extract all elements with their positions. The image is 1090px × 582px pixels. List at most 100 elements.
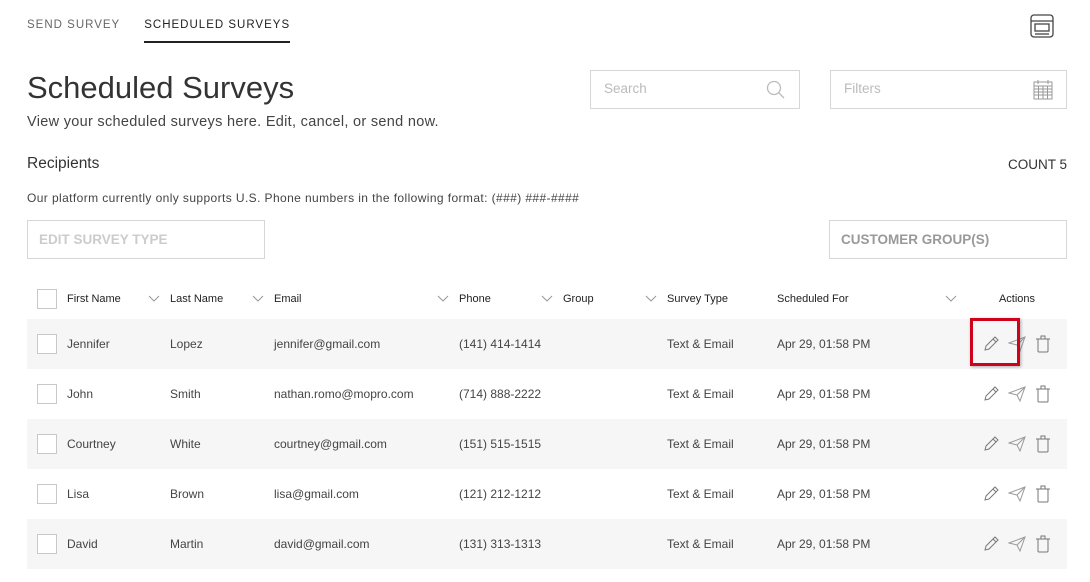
page-title: Scheduled Surveys xyxy=(27,70,295,105)
chevron-down-icon[interactable] xyxy=(945,295,957,303)
cell-survey-type: Text & Email xyxy=(667,387,734,401)
search-icon[interactable] xyxy=(765,80,785,100)
cell-first-name: David xyxy=(67,537,98,551)
send-icon[interactable] xyxy=(1008,535,1026,553)
trash-icon[interactable] xyxy=(1034,335,1052,353)
chevron-down-icon[interactable] xyxy=(437,295,449,303)
send-icon[interactable] xyxy=(1008,335,1026,353)
cell-survey-type: Text & Email xyxy=(667,537,734,551)
cell-phone: (141) 414-1414 xyxy=(459,337,542,351)
edit-survey-type-field[interactable]: EDIT SURVEY TYPE xyxy=(27,220,265,259)
table-row: Courtney White courtney@gmail.com (151) … xyxy=(27,419,1067,469)
cell-scheduled-for: Apr 29, 01:58 PM xyxy=(777,387,871,401)
edit-pencil-icon[interactable] xyxy=(982,485,1000,503)
tab-bar: SEND SURVEY SCHEDULED SURVEYS xyxy=(27,0,291,44)
chevron-down-icon[interactable] xyxy=(252,295,264,303)
trash-icon[interactable] xyxy=(1034,435,1052,453)
header-first-name[interactable]: First Name xyxy=(67,293,121,305)
row-actions xyxy=(967,535,1067,553)
edit-pencil-icon[interactable] xyxy=(982,535,1000,553)
send-icon[interactable] xyxy=(1008,385,1026,403)
tab-scheduled-surveys[interactable]: SCHEDULED SURVEYS xyxy=(144,0,291,43)
header-email[interactable]: Email xyxy=(274,293,302,305)
edit-pencil-icon[interactable] xyxy=(982,335,1000,353)
search-input[interactable] xyxy=(604,81,754,96)
customer-groups-field[interactable]: CUSTOMER GROUP(S) xyxy=(829,220,1067,259)
search-box xyxy=(590,70,800,109)
cell-last-name: Brown xyxy=(170,487,205,501)
send-icon[interactable] xyxy=(1008,485,1026,503)
cell-last-name: Smith xyxy=(170,387,201,401)
row-checkbox[interactable] xyxy=(37,484,57,504)
cell-first-name: Lisa xyxy=(67,487,90,501)
header-scheduled-for[interactable]: Scheduled For xyxy=(777,293,849,305)
cell-phone: (714) 888-2222 xyxy=(459,387,542,401)
row-checkbox[interactable] xyxy=(37,534,57,554)
cell-phone: (151) 515-1515 xyxy=(459,437,542,451)
edit-pencil-icon[interactable] xyxy=(982,385,1000,403)
header-survey-type[interactable]: Survey Type xyxy=(667,293,728,305)
cell-group xyxy=(563,469,667,519)
header-group[interactable]: Group xyxy=(563,293,594,305)
filters-input[interactable] xyxy=(844,81,994,96)
chevron-down-icon[interactable] xyxy=(541,295,553,303)
cell-group xyxy=(563,419,667,469)
table-header-row: First Name Last Name Email Phone Group S… xyxy=(27,279,1067,319)
cell-scheduled-for: Apr 29, 01:58 PM xyxy=(777,537,871,551)
chevron-down-icon[interactable] xyxy=(645,295,657,303)
row-checkbox[interactable] xyxy=(37,334,57,354)
filters-box xyxy=(830,70,1067,109)
table-row: Lisa Brown lisa@gmail.com (121) 212-1212… xyxy=(27,469,1067,519)
recipient-count: COUNT 5 xyxy=(1007,157,1067,172)
cell-scheduled-for: Apr 29, 01:58 PM xyxy=(777,437,871,451)
cell-group xyxy=(563,519,667,569)
page-subtitle: View your scheduled surveys here. Edit, … xyxy=(27,114,439,130)
table-row: David Martin david@gmail.com (131) 313-1… xyxy=(27,519,1067,569)
cell-survey-type: Text & Email xyxy=(667,487,734,501)
recipients-heading: Recipients xyxy=(27,155,100,172)
row-actions xyxy=(967,335,1067,353)
cell-first-name: John xyxy=(67,387,94,401)
calendar-icon[interactable] xyxy=(1032,79,1054,101)
cell-last-name: Lopez xyxy=(170,337,203,351)
cell-scheduled-for: Apr 29, 01:58 PM xyxy=(777,337,871,351)
edit-pencil-icon[interactable] xyxy=(982,435,1000,453)
table-row: John Smith nathan.romo@mopro.com (714) 8… xyxy=(27,369,1067,419)
cell-group xyxy=(563,369,667,419)
cell-survey-type: Text & Email xyxy=(667,337,734,351)
send-icon[interactable] xyxy=(1008,435,1026,453)
cell-phone: (131) 313-1313 xyxy=(459,537,542,551)
cell-email: nathan.romo@mopro.com xyxy=(274,387,414,401)
table-row: Jennifer Lopez jennifer@gmail.com (141) … xyxy=(27,319,1067,369)
header-last-name[interactable]: Last Name xyxy=(170,293,223,305)
printer-icon[interactable] xyxy=(1029,13,1055,39)
header-phone[interactable]: Phone xyxy=(459,293,491,305)
select-all-cell xyxy=(27,279,67,319)
tab-send-survey[interactable]: SEND SURVEY xyxy=(27,0,120,43)
row-actions xyxy=(967,385,1067,403)
cell-email: jennifer@gmail.com xyxy=(274,337,381,351)
header-actions: Actions xyxy=(998,293,1036,305)
cell-first-name: Courtney xyxy=(67,437,116,451)
phone-format-note: Our platform currently only supports U.S… xyxy=(27,191,580,205)
cell-first-name: Jennifer xyxy=(67,337,110,351)
trash-icon[interactable] xyxy=(1034,535,1052,553)
cell-email: david@gmail.com xyxy=(274,537,370,551)
cell-scheduled-for: Apr 29, 01:58 PM xyxy=(777,487,871,501)
cell-group xyxy=(563,319,667,369)
trash-icon[interactable] xyxy=(1034,485,1052,503)
recipients-table: First Name Last Name Email Phone Group S… xyxy=(27,279,1067,569)
row-actions xyxy=(967,485,1067,503)
cell-email: courtney@gmail.com xyxy=(274,437,387,451)
cell-phone: (121) 212-1212 xyxy=(459,487,542,501)
cell-last-name: White xyxy=(170,437,201,451)
trash-icon[interactable] xyxy=(1034,385,1052,403)
cell-email: lisa@gmail.com xyxy=(274,487,359,501)
select-all-checkbox[interactable] xyxy=(37,289,57,309)
row-checkbox[interactable] xyxy=(37,384,57,404)
row-actions xyxy=(967,435,1067,453)
row-checkbox[interactable] xyxy=(37,434,57,454)
cell-last-name: Martin xyxy=(170,537,204,551)
chevron-down-icon[interactable] xyxy=(148,295,160,303)
cell-survey-type: Text & Email xyxy=(667,437,734,451)
